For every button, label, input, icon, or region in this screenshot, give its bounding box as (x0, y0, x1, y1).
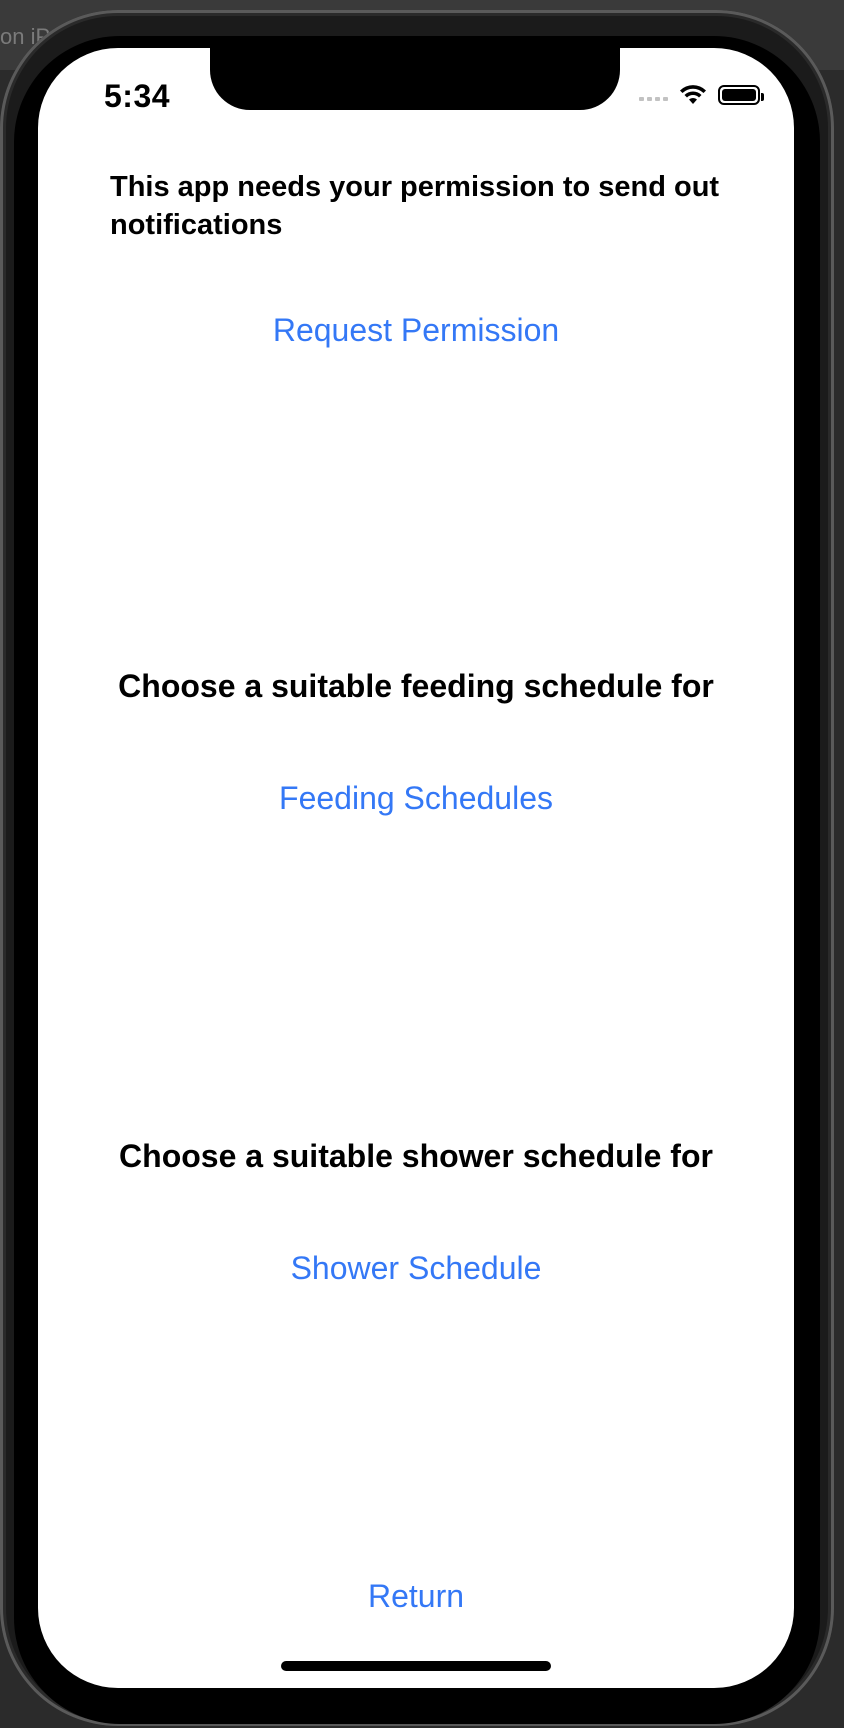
wifi-icon (680, 85, 706, 104)
shower-schedule-button[interactable]: Shower Schedule (38, 1250, 794, 1287)
feeding-prompt: Choose a suitable feeding schedule for (118, 668, 714, 704)
cellular-signal-icon (639, 89, 668, 101)
device-notch (210, 48, 620, 110)
feeding-schedules-button[interactable]: Feeding Schedules (38, 780, 794, 817)
app-screen: 5:34 This app needs your permission to s… (38, 48, 794, 1688)
request-permission-button[interactable]: Request Permission (38, 312, 794, 349)
permission-message: This app needs your permission to send o… (110, 171, 720, 241)
status-time: 5:34 (104, 78, 171, 114)
status-icons (639, 84, 764, 106)
return-button[interactable]: Return (38, 1578, 794, 1615)
home-indicator[interactable] (281, 1661, 551, 1671)
shower-prompt: Choose a suitable shower schedule for (119, 1138, 713, 1174)
battery-icon (718, 85, 764, 105)
